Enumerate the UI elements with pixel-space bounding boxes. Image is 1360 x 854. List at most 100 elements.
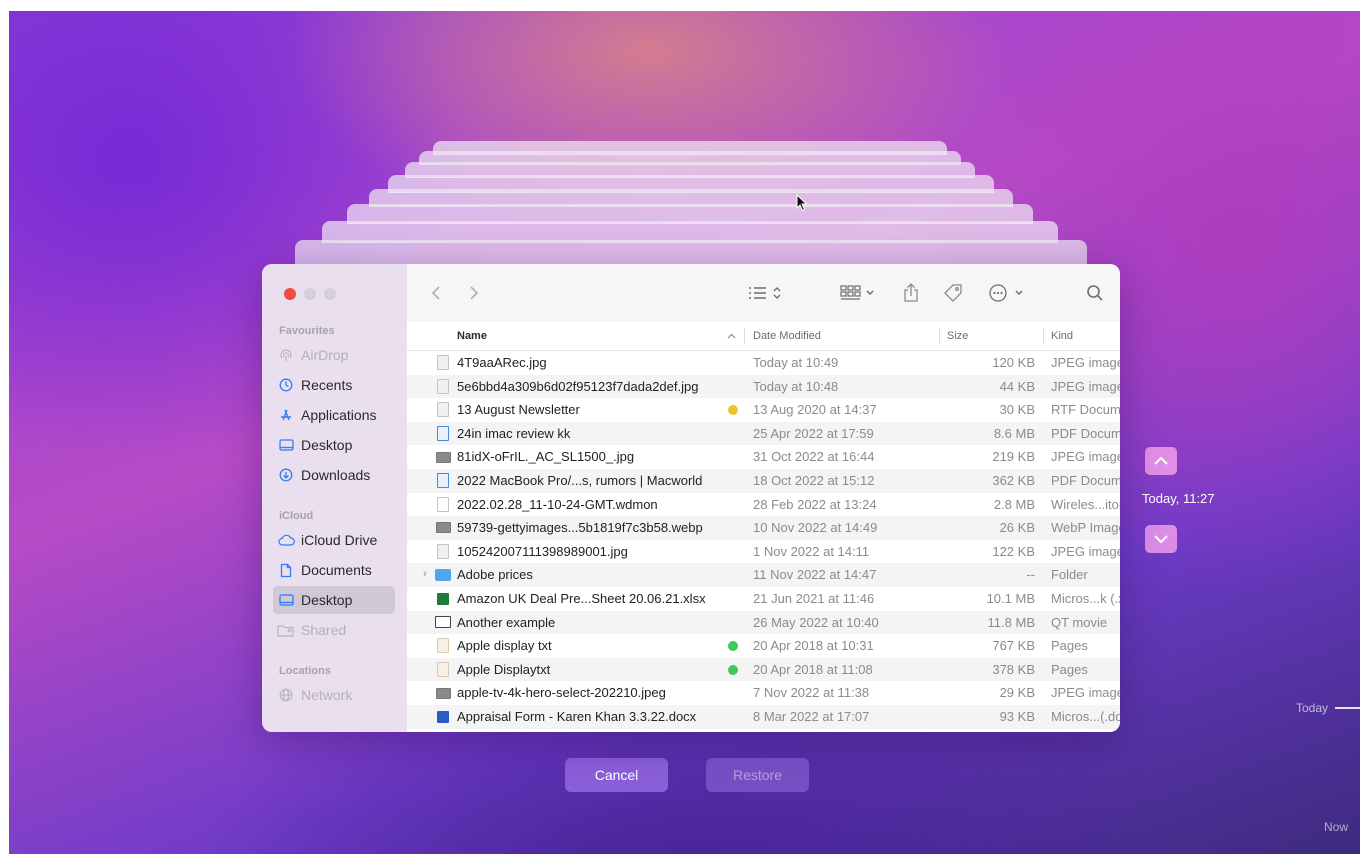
file-date-modified: 26 May 2022 at 10:40 bbox=[753, 614, 879, 630]
file-kind: JPEG image bbox=[1051, 543, 1120, 559]
file-kind: JPEG image bbox=[1051, 449, 1120, 465]
column-divider[interactable] bbox=[939, 328, 940, 344]
file-size: 362 KB bbox=[992, 472, 1035, 488]
excel-file-icon bbox=[435, 587, 451, 611]
file-row[interactable]: Appraisal Form - Karen Khan 3.3.22.docx 8… bbox=[407, 704, 1120, 729]
cancel-button[interactable]: Cancel bbox=[565, 758, 668, 792]
file-date-modified: 20 Apr 2018 at 10:31 bbox=[753, 638, 874, 654]
size-column-header[interactable]: Size bbox=[947, 322, 968, 350]
sidebar-item-recents[interactable]: Recents bbox=[273, 371, 395, 399]
document-icon bbox=[274, 563, 298, 578]
file-row[interactable]: 13 August Newsletter 13 Aug 2020 at 14:37… bbox=[407, 398, 1120, 422]
more-actions-button[interactable] bbox=[985, 280, 1029, 306]
newer-snapshot-button[interactable] bbox=[1145, 525, 1177, 553]
file-kind: Pages bbox=[1051, 638, 1088, 654]
file-size: 767 KB bbox=[992, 638, 1035, 654]
file-kind: JPEG image bbox=[1051, 378, 1120, 394]
file-size: 10.1 MB bbox=[986, 590, 1035, 606]
tags-button[interactable] bbox=[940, 280, 966, 306]
file-row[interactable]: 2022.02.28_11-10-24-GMT.wdmon 28 Feb 2022… bbox=[407, 493, 1120, 517]
sidebar-item-documents[interactable]: Documents bbox=[273, 556, 395, 584]
color-tag bbox=[728, 664, 738, 675]
file-date-modified: 11 Nov 2022 at 14:47 bbox=[753, 567, 877, 583]
timeline-now-label[interactable]: Now bbox=[1324, 820, 1348, 834]
file-row[interactable]: 4T9aaARec.jpg Today at 10:49 120 KB JPEG im… bbox=[407, 351, 1120, 375]
file-kind: RTF Document bbox=[1051, 402, 1120, 418]
file-row[interactable]: 5e6bbd4a309b6d02f95123f7dada2def.jpg Toda… bbox=[407, 374, 1120, 399]
file-name: 24in imac review kk bbox=[457, 425, 571, 441]
sidebar-item-label: Desktop bbox=[301, 592, 353, 608]
older-snapshot-button[interactable] bbox=[1145, 447, 1177, 475]
file-name: Adobe prices bbox=[457, 567, 533, 583]
column-divider[interactable] bbox=[1043, 328, 1044, 344]
file-kind: Micros...(.docx) bbox=[1051, 708, 1120, 724]
sidebar-item-downloads[interactable]: Downloads bbox=[273, 461, 395, 489]
file-icon bbox=[435, 493, 451, 517]
file-date-modified: 8 Mar 2022 at 17:07 bbox=[753, 708, 870, 724]
sidebar-item-applications[interactable]: Applications bbox=[273, 401, 395, 429]
pdf-file-icon bbox=[435, 422, 451, 446]
group-by-button[interactable] bbox=[837, 280, 881, 306]
file-row[interactable]: Apple Displaytxt 20 Apr 2018 at 11:08 378 … bbox=[407, 657, 1120, 682]
file-row[interactable]: Another example 26 May 2022 at 10:40 11.8 … bbox=[407, 610, 1120, 635]
image-thumb-icon bbox=[435, 516, 451, 540]
sidebar-item-airdrop[interactable]: AirDrop bbox=[273, 341, 395, 369]
file-date-modified: 13 Aug 2020 at 14:37 bbox=[753, 402, 877, 418]
file-kind: JPEG image bbox=[1051, 685, 1120, 701]
file-row[interactable]: Amazon UK Deal Pre...Sheet 20.06.21.xlsx… bbox=[407, 587, 1120, 611]
restore-button[interactable]: Restore bbox=[706, 758, 809, 792]
file-row[interactable]: 81idX-oFrIL._AC_SL1500_.jpg 31 Oct 2022 a… bbox=[407, 445, 1120, 469]
file-row[interactable]: 24in imac review kk 25 Apr 2022 at 17:59 8… bbox=[407, 421, 1120, 446]
file-name: 2022 MacBook Pro/...s, rumors | Macworld bbox=[457, 472, 703, 488]
file-kind: Pages bbox=[1051, 661, 1088, 677]
file-row[interactable]: 2022 MacBook Pro/...s, rumors | Macworld… bbox=[407, 468, 1120, 493]
forward-button[interactable] bbox=[463, 280, 485, 306]
chevron-left-icon bbox=[431, 286, 440, 300]
sidebar-item-network[interactable]: Network bbox=[273, 681, 395, 709]
date-column-header[interactable]: Date Modified bbox=[753, 322, 821, 350]
sidebar-item-icloud-drive[interactable]: iCloud Drive bbox=[273, 526, 395, 554]
file-row[interactable]: 59739-gettyimages...5b1819f7c3b58.webp 10… bbox=[407, 516, 1120, 540]
timeline-today-label[interactable]: Today bbox=[1296, 701, 1328, 715]
name-column-header[interactable]: Name bbox=[457, 322, 487, 350]
sidebar-item-shared[interactable]: Shared bbox=[273, 616, 395, 644]
search-button[interactable] bbox=[1082, 280, 1108, 306]
share-button[interactable] bbox=[899, 280, 923, 306]
file-kind: JPEG image bbox=[1051, 355, 1120, 370]
file-row[interactable]: apple-tv-4k-hero-select-202210.jpeg 7 Nov… bbox=[407, 681, 1120, 705]
file-name: 4T9aaARec.jpg bbox=[457, 355, 547, 370]
zoom-window-button[interactable] bbox=[324, 288, 336, 300]
back-button[interactable] bbox=[425, 280, 447, 306]
sidebar-item-desktop[interactable]: Desktop bbox=[273, 586, 395, 614]
download-icon bbox=[274, 468, 298, 482]
close-window-button[interactable] bbox=[284, 288, 296, 300]
view-mode-button[interactable] bbox=[743, 280, 787, 306]
chevron-right-icon bbox=[470, 286, 479, 300]
sidebar-item-desktop[interactable]: Desktop bbox=[273, 431, 395, 459]
pages-file-icon bbox=[435, 658, 451, 682]
file-name: apple-tv-4k-hero-select-202210.jpeg bbox=[457, 685, 666, 701]
file-row[interactable]: › Adobe prices 11 Nov 2022 at 14:47 -- Folde… bbox=[407, 563, 1120, 587]
airdrop-icon bbox=[274, 348, 298, 362]
disclosure-triangle-icon[interactable]: › bbox=[423, 563, 427, 587]
file-kind: Folder bbox=[1051, 567, 1088, 583]
sidebar-item-label: Recents bbox=[301, 377, 353, 393]
file-row[interactable]: 105242007111398989001.jpg 1 Nov 2022 at 1… bbox=[407, 540, 1120, 564]
file-date-modified: 1 Nov 2022 at 14:11 bbox=[753, 543, 870, 559]
network-icon bbox=[274, 688, 298, 702]
current-snapshot-label: Today, 11:27 bbox=[1142, 491, 1215, 506]
file-name: Apple display txt bbox=[457, 638, 552, 654]
desktop-icon bbox=[274, 438, 298, 452]
file-name: 105242007111398989001.jpg bbox=[457, 543, 628, 559]
file-size: 30 KB bbox=[999, 402, 1035, 418]
sort-ascending-icon bbox=[727, 333, 736, 339]
image-thumb-icon bbox=[435, 681, 451, 705]
file-row[interactable]: Apple display txt 20 Apr 2018 at 10:31 767… bbox=[407, 634, 1120, 658]
minimize-window-button[interactable] bbox=[304, 288, 316, 300]
file-name: Apple Displaytxt bbox=[457, 661, 551, 677]
file-kind: QT movie bbox=[1051, 614, 1108, 630]
column-divider[interactable] bbox=[744, 328, 745, 344]
applications-icon bbox=[274, 408, 298, 422]
chevron-down-icon bbox=[1154, 535, 1168, 544]
kind-column-header[interactable]: Kind bbox=[1051, 322, 1073, 350]
